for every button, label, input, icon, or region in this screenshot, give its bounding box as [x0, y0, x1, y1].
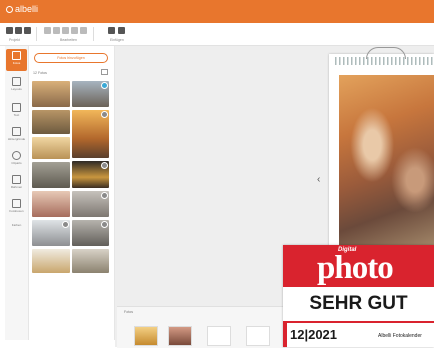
toolbar-divider: [93, 27, 94, 41]
photo-thumbnail[interactable]: [32, 191, 70, 217]
sidebar-item-cliparts[interactable]: Cliparts: [6, 149, 27, 171]
open-icon[interactable]: [24, 27, 31, 34]
photo-thumbnail[interactable]: [32, 110, 70, 134]
sidebar-item-text[interactable]: Text: [6, 101, 27, 123]
page-thumbnail[interactable]: [246, 326, 270, 346]
toolbar-divider: [36, 27, 37, 41]
calendar-spiral-binding: [335, 57, 434, 65]
sidebar-item-label: Farben: [11, 223, 22, 227]
insert-image-icon[interactable]: [118, 27, 125, 34]
used-badge-icon: [101, 82, 108, 89]
sidebar-item-label: Text: [13, 113, 20, 117]
app-logo[interactable]: albelli: [6, 4, 38, 14]
photo-thumbnail[interactable]: [72, 249, 109, 273]
page-strip-label: Fotos: [124, 310, 133, 314]
sidebar-item-label: Fotos: [12, 61, 21, 65]
layout-icon: [12, 77, 21, 86]
photo-thumbnail[interactable]: [32, 137, 70, 159]
calendar-photo[interactable]: [339, 75, 434, 250]
photo-thumbnail[interactable]: [32, 220, 70, 246]
photo-thumbnail[interactable]: [32, 81, 70, 107]
sidebar-item-fotos[interactable]: Fotos: [6, 49, 27, 71]
photo-thumbnail[interactable]: [32, 162, 70, 188]
sidebar-item-layouts[interactable]: Layouts: [6, 75, 27, 97]
award-divider: [283, 321, 434, 323]
used-badge-icon: [62, 221, 69, 228]
add-photos-button[interactable]: Fotos hinzufügen: [34, 53, 108, 63]
award-product: Albelli Fotokalender: [378, 333, 422, 339]
toolbar: Projekt Bearbeiten Einfügen: [0, 23, 434, 46]
sidebar-item-label: Rahmen: [10, 185, 23, 189]
photo-thumbnail[interactable]: [72, 161, 109, 188]
logo-icon: [6, 5, 13, 13]
delete-icon[interactable]: [80, 27, 87, 34]
photo-thumbnail[interactable]: [72, 81, 109, 107]
toolbar-group-label-einfuegen: Einfügen: [110, 38, 124, 42]
sidebar-item-frames[interactable]: Rahmen: [6, 173, 27, 195]
text-icon: [12, 103, 21, 112]
used-badge-icon: [101, 162, 108, 169]
photo-thumbnail[interactable]: [72, 220, 109, 246]
photos-icon: [12, 51, 21, 60]
filter-icon[interactable]: [101, 69, 108, 75]
undo-icon[interactable]: [44, 27, 51, 34]
photo-thumbnail[interactable]: [72, 191, 109, 217]
sidebar-item-backgrounds[interactable]: Hintergründe: [6, 125, 27, 147]
frame-icon: [12, 175, 21, 184]
title-bar: [0, 0, 434, 23]
logo-text: albelli: [15, 4, 39, 14]
copy-icon[interactable]: [62, 27, 69, 34]
photo-thumbnail[interactable]: [32, 249, 70, 273]
sidebar-item-label: Cliparts: [11, 161, 22, 165]
used-badge-icon: [101, 111, 108, 118]
photobox-icon: [12, 199, 21, 208]
sidebar-item-label: Hintergründe: [7, 137, 26, 141]
photo-count: 12 Fotos: [33, 71, 47, 75]
save-icon[interactable]: [15, 27, 22, 34]
used-badge-icon: [101, 192, 108, 199]
clipart-icon: [12, 151, 21, 160]
page-thumbnail[interactable]: [207, 326, 231, 346]
photos-panel: Fotos hinzufügen 12 Fotos: [29, 46, 115, 340]
chevron-left-icon[interactable]: ‹: [317, 174, 320, 185]
sidebar: Fotos Layouts Text Hintergründe Cliparts…: [5, 46, 29, 340]
paint-roller-icon: [12, 127, 21, 136]
new-project-icon[interactable]: [6, 27, 13, 34]
award-brand: photo: [317, 250, 394, 286]
sidebar-item-colors[interactable]: Farben: [6, 220, 27, 232]
toolbar-group-label-bearbeiten: Bearbeiten: [60, 38, 77, 42]
award-accent: [283, 321, 287, 347]
page-thumbnail[interactable]: [134, 326, 158, 346]
award-date: 12|2021: [290, 327, 338, 342]
sidebar-item-label: Fotoboxen: [9, 209, 24, 213]
used-badge-icon: [101, 221, 108, 228]
page-thumbnail[interactable]: [168, 326, 192, 346]
sidebar-item-photoboxes[interactable]: Fotoboxen: [6, 197, 27, 219]
award-rating: SEHR GUT: [309, 293, 408, 314]
photo-thumbnail[interactable]: [72, 110, 109, 158]
insert-text-icon[interactable]: [108, 27, 115, 34]
sidebar-item-label: Layouts: [11, 87, 22, 91]
toolbar-group-label-projekt: Projekt: [9, 38, 20, 42]
redo-icon[interactable]: [53, 27, 60, 34]
paste-icon[interactable]: [71, 27, 78, 34]
